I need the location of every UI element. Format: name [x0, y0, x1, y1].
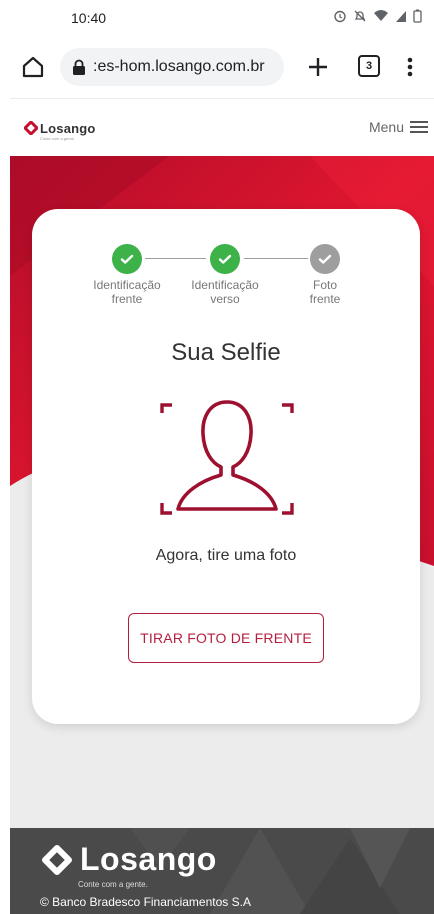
status-bar: 10:40	[0, 0, 434, 36]
header-logo-tagline: Conte com a gente.	[40, 136, 75, 141]
signal-icon	[396, 11, 406, 22]
step-pending-check-icon	[310, 244, 340, 274]
losango-logo-icon	[24, 121, 38, 135]
status-time: 10:40	[71, 10, 107, 26]
address-bar[interactable]: :es-hom.losango.com.br	[60, 48, 284, 86]
mute-icon	[354, 10, 366, 22]
header-logo[interactable]: Losango	[40, 121, 96, 136]
menu-label: Menu	[368, 119, 404, 135]
site-header: Losango Conte com a gente. Menu	[10, 98, 434, 156]
tab-switcher-button[interactable]: 3	[358, 55, 380, 77]
browser-toolbar: :es-hom.losango.com.br 3	[0, 36, 434, 96]
url-text: :es-hom.losango.com.br	[93, 58, 265, 75]
status-icons	[333, 9, 422, 23]
footer-logo: Losango	[80, 841, 217, 877]
selfie-instruction: Agora, tire uma foto	[155, 547, 297, 564]
wifi-icon	[374, 10, 388, 21]
selfie-card: Identificação frente Identificação verso…	[32, 209, 420, 724]
step-label: Identificação frente	[93, 278, 161, 306]
hamburger-icon	[410, 121, 428, 133]
lock-icon	[73, 59, 85, 75]
take-front-photo-button[interactable]: TIRAR FOTO DE FRENTE	[128, 613, 324, 663]
step-photo-front: Foto frente	[275, 244, 375, 306]
plus-icon[interactable]	[305, 54, 331, 80]
step-check-icon	[112, 244, 142, 274]
step-label: Identificação verso	[191, 278, 259, 306]
face-frame-icon	[160, 400, 294, 515]
site-footer: Losango Conte com a gente. © Banco Brade…	[10, 828, 434, 914]
alarm-icon	[334, 10, 346, 23]
menu-button[interactable]: Menu	[369, 119, 428, 135]
battery-icon	[413, 9, 422, 23]
footer-copyright: © Banco Bradesco Financiamentos S.A	[40, 895, 251, 909]
footer-tagline: Conte com a gente.	[78, 880, 148, 889]
overflow-menu-icon[interactable]	[402, 54, 418, 80]
step-check-icon	[210, 244, 240, 274]
selfie-title: Sua Selfie	[171, 339, 281, 366]
step-id-front: Identificação frente	[77, 244, 177, 306]
step-label: Foto frente	[309, 278, 341, 306]
home-icon[interactable]	[20, 54, 46, 80]
step-id-back: Identificação verso	[175, 244, 275, 306]
footer-logo-icon	[42, 845, 72, 875]
